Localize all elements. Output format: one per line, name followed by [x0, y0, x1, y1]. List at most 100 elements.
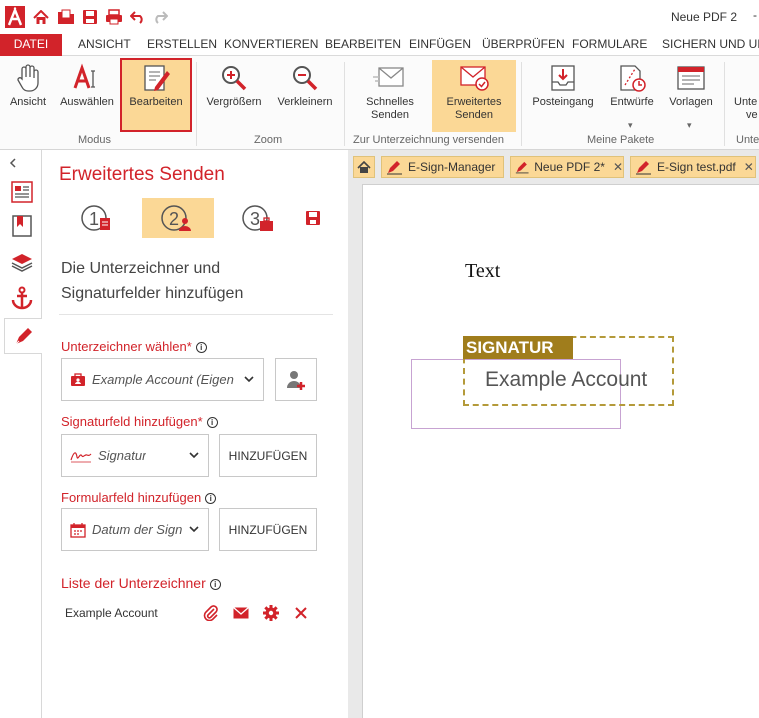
tab-datei[interactable]: DATEI: [0, 34, 62, 56]
chevron-down-icon: [189, 452, 199, 459]
verkleinern-button[interactable]: Verkleinern: [272, 60, 338, 132]
step-1-button[interactable]: 1: [62, 198, 134, 238]
tab-esign-manager[interactable]: E-Sign-Manager: [381, 156, 504, 178]
erweitertes-senden-button[interactable]: Erweitertes Senden: [432, 60, 516, 132]
pdf-page[interactable]: [362, 184, 759, 718]
info-icon[interactable]: i: [206, 417, 218, 428]
tab-esign-test[interactable]: E-Sign test.pdf ✕: [630, 156, 756, 178]
layers-icon[interactable]: [8, 248, 36, 276]
tab-sichern[interactable]: SICHERN UND UNT: [662, 34, 759, 56]
pen-icon: [515, 161, 529, 174]
sigfield-dropdown[interactable]: Signatur: [61, 434, 209, 477]
svg-text:1: 1: [89, 209, 99, 229]
zoom-out-icon: [272, 60, 338, 96]
calendar-icon: [70, 522, 86, 538]
minimize-button[interactable]: -: [753, 8, 757, 22]
signature-tag: SIGNATUR: [463, 336, 573, 359]
vorlagen-dropdown-icon[interactable]: ▾: [687, 120, 692, 131]
signer-name: Example Account: [65, 606, 158, 620]
ribbon-separator: [521, 62, 522, 146]
ribbon: Ansicht Auswählen Bearbeiten Vergrößern …: [0, 56, 759, 150]
add-formfield-button[interactable]: HINZUFÜGEN: [219, 508, 317, 551]
bearbeiten-button[interactable]: Bearbeiten: [120, 58, 192, 132]
tab-einfuegen[interactable]: EINFÜGEN: [409, 34, 471, 56]
panel-title: Erweitertes Senden: [59, 164, 225, 185]
document-tab-bar: E-Sign-Manager Neue PDF 2* ✕ E-Sign test…: [353, 156, 759, 178]
close-tab-icon[interactable]: ✕: [613, 160, 623, 174]
entwuerfe-dropdown-icon[interactable]: ▾: [628, 120, 633, 131]
vergroessern-button[interactable]: Vergrößern: [200, 60, 268, 132]
signer-dropdown[interactable]: Example Account (Eigen: [61, 358, 264, 401]
thumbnails-icon[interactable]: [8, 178, 36, 206]
page-text: Text: [465, 260, 501, 282]
tab-ueberpruefen[interactable]: ÜBERPRÜFEN: [482, 34, 565, 56]
tab-neue-pdf-2[interactable]: Neue PDF 2* ✕: [510, 156, 624, 178]
undo-icon[interactable]: [129, 7, 147, 27]
group-label-meine-pakete: Meine Pakete: [587, 134, 655, 146]
close-tab-icon[interactable]: ✕: [744, 160, 754, 174]
info-icon[interactable]: i: [205, 493, 217, 504]
ribbon-separator: [344, 62, 345, 146]
home-icon[interactable]: [32, 7, 50, 27]
required-mark: *: [197, 414, 203, 429]
group-label-zoom: Zoom: [254, 134, 283, 146]
bookmarks-icon[interactable]: [8, 212, 36, 240]
add-signer-button[interactable]: [275, 358, 317, 401]
edit-document-icon: [120, 60, 192, 96]
menu-bar: DATEI ANSICHT ERSTELLEN KONVERTIEREN BEA…: [0, 34, 759, 56]
save-icon[interactable]: [81, 7, 99, 27]
formfield-dropdown[interactable]: Datum der Sign: [61, 508, 209, 551]
svg-text:3: 3: [250, 209, 260, 229]
save-icon: [306, 211, 320, 225]
zoom-in-icon: [200, 60, 268, 96]
tab-bearbeiten[interactable]: BEARBEITEN: [325, 34, 401, 56]
gear-icon[interactable]: [261, 604, 281, 622]
attachment-icon[interactable]: [201, 604, 221, 622]
mail-icon[interactable]: [231, 604, 251, 622]
panel-description: Die Unterzeichner und Signaturfelder hin…: [61, 260, 244, 302]
save-step-button[interactable]: [283, 198, 343, 238]
delete-signer-icon[interactable]: [291, 604, 311, 622]
sigfield-label: Signaturfeld hinzufügen* i: [61, 414, 218, 429]
pen-icon: [10, 322, 38, 350]
window-title: Neue PDF 2: [670, 10, 737, 24]
ribbon-separator: [196, 62, 197, 146]
unterschreiben-button[interactable]: Unte ve: [734, 60, 759, 132]
tab-formulare[interactable]: FORMULARE: [572, 34, 647, 56]
pen-icon: [387, 161, 402, 175]
anchor-icon[interactable]: [8, 284, 36, 312]
ansicht-button[interactable]: Ansicht: [4, 60, 52, 132]
required-mark: *: [186, 339, 192, 354]
group-label-modus: Modus: [78, 134, 112, 146]
tab-erstellen[interactable]: ERSTELLEN: [147, 34, 217, 56]
text-select-icon: [56, 60, 118, 96]
svg-text:2: 2: [169, 209, 179, 229]
group-label-zur-unterzeichnung: Zur Unterzeichnung versenden: [353, 134, 505, 146]
envelope-check-icon: [432, 60, 516, 96]
auswaehlen-button[interactable]: Auswählen: [56, 60, 118, 132]
collapse-sidebar-icon[interactable]: [4, 154, 22, 172]
open-folder-icon[interactable]: [56, 7, 76, 27]
info-icon[interactable]: i: [209, 579, 221, 590]
briefcase-user-icon: [71, 372, 85, 386]
app-logo-icon[interactable]: [4, 6, 26, 28]
chevron-down-icon: [244, 376, 254, 383]
signature-icon: [70, 451, 92, 462]
formfield-label: Formularfeld hinzufügen i: [61, 490, 217, 505]
tab-ansicht[interactable]: ANSICHT: [78, 34, 131, 56]
ribbon-separator: [724, 62, 725, 146]
print-icon[interactable]: [104, 7, 124, 27]
step-2-button[interactable]: 2: [142, 198, 214, 238]
step-1-icon: 1: [81, 205, 110, 231]
add-user-icon: [287, 370, 305, 390]
schnelles-senden-button[interactable]: Schnelles Senden: [358, 60, 422, 132]
add-sigfield-button[interactable]: HINZUFÜGEN: [219, 434, 317, 477]
signer-label: Unterzeichner wählen* i: [61, 339, 207, 354]
redo-icon[interactable]: [151, 7, 169, 27]
posteingang-button[interactable]: Posteingang: [528, 60, 598, 132]
signer-list-title: Liste der Unterzeichner i: [61, 575, 221, 591]
tab-konvertieren[interactable]: KONVERTIEREN: [224, 34, 318, 56]
templates-icon: [664, 60, 718, 96]
home-tab[interactable]: [353, 156, 375, 178]
info-icon[interactable]: i: [195, 342, 207, 353]
